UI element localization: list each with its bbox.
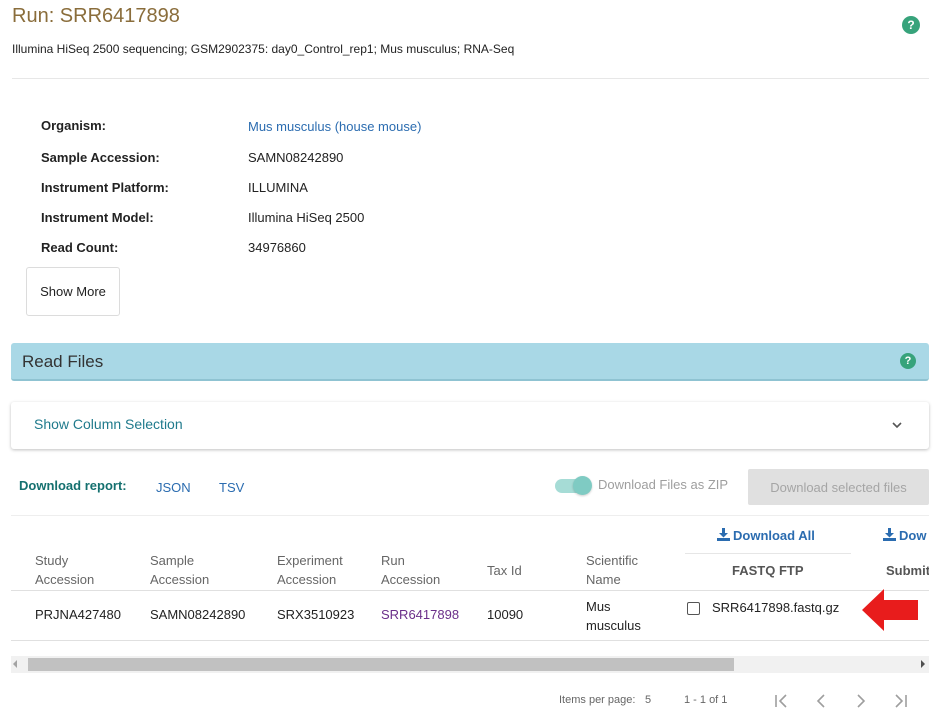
page-subtitle: Illumina HiSeq 2500 sequencing; GSM29023…: [12, 42, 515, 56]
read-files-title: Read Files: [22, 352, 104, 371]
table-row-divider: [11, 640, 929, 641]
download-icon: [717, 528, 730, 541]
download-icon: [883, 528, 896, 541]
study-accession-link[interactable]: PRJNA427480: [35, 607, 121, 622]
first-page-icon[interactable]: [770, 690, 792, 712]
items-per-page-select[interactable]: 5: [645, 694, 651, 706]
zip-toggle-knob: [573, 476, 592, 495]
read-files-table: Study Accession Sample Accession Experim…: [11, 513, 929, 643]
column-selection-label: Show Column Selection: [34, 416, 183, 432]
last-page-icon[interactable]: [890, 690, 912, 712]
header-line: Accession: [35, 572, 95, 587]
show-more-button[interactable]: Show More: [26, 267, 120, 316]
scroll-left-arrow-icon[interactable]: [13, 660, 17, 668]
header-study-accession[interactable]: Study Accession: [35, 551, 94, 589]
header-divider: [685, 553, 851, 554]
download-tsv-link[interactable]: TSV: [219, 480, 244, 495]
download-selected-button[interactable]: Download selected files: [748, 469, 929, 505]
header-line: Accession: [150, 572, 210, 587]
header-scientific-name[interactable]: Scientific Name: [586, 551, 638, 589]
instrument-model-value: Illumina HiSeq 2500: [248, 210, 365, 225]
header-line: Sample: [150, 553, 195, 568]
header-fastq-ftp[interactable]: FASTQ FTP: [732, 561, 804, 580]
fastq-file-checkbox[interactable]: [687, 602, 700, 615]
table-divider: [11, 515, 929, 516]
items-per-page-label: Items per page:: [559, 694, 636, 706]
scientific-name-cell: Mus musculus: [586, 597, 641, 635]
run-accession-link[interactable]: SRR6417898: [381, 607, 459, 622]
sample-accession-value: SAMN08242890: [248, 150, 344, 165]
help-icon[interactable]: ?: [902, 16, 920, 34]
download-json-link[interactable]: JSON: [156, 480, 191, 495]
fastq-download-all-button[interactable]: Download All: [717, 528, 815, 543]
red-arrow-icon: [862, 589, 918, 631]
zip-toggle[interactable]: [555, 476, 592, 495]
paginator-range-label: 1 - 1 of 1: [684, 694, 728, 706]
tax-id-link[interactable]: 10090: [487, 607, 523, 622]
header-tax-id[interactable]: Tax Id: [487, 561, 522, 580]
submitted-download-label: Dow: [899, 528, 927, 543]
next-page-icon[interactable]: [850, 690, 872, 712]
previous-page-icon[interactable]: [810, 690, 832, 712]
scientific-name-line: Mus: [586, 599, 611, 614]
scientific-name-line: musculus: [586, 618, 641, 633]
organism-label: Organism:: [41, 118, 107, 133]
header-submitted[interactable]: Submit: [886, 561, 929, 580]
sample-accession-label: Sample Accession:: [41, 150, 160, 165]
header-run-accession[interactable]: Run Accession: [381, 551, 440, 589]
scroll-right-arrow-icon[interactable]: [921, 660, 925, 668]
download-all-label: Download All: [733, 528, 815, 543]
zip-toggle-label: Download Files as ZIP: [598, 477, 729, 492]
submitted-download-all-button[interactable]: Dow: [883, 528, 926, 543]
header-sample-accession[interactable]: Sample Accession: [150, 551, 209, 589]
header-line: Experiment: [277, 553, 343, 568]
header-line: Run: [381, 553, 405, 568]
page-title: Run: SRR6417898: [12, 5, 180, 27]
header-line: Accession: [277, 572, 337, 587]
header-divider: [12, 78, 929, 79]
instrument-platform-value: ILLUMINA: [248, 180, 308, 195]
instrument-platform-label: Instrument Platform:: [41, 180, 169, 195]
header-experiment-accession[interactable]: Experiment Accession: [277, 551, 343, 589]
read-files-header: Read Files ?: [11, 343, 929, 381]
column-selection-panel[interactable]: Show Column Selection: [11, 402, 929, 449]
instrument-model-label: Instrument Model:: [41, 210, 154, 225]
experiment-accession-link[interactable]: SRX3510923: [277, 607, 354, 622]
header-line: Scientific: [586, 553, 639, 568]
header-line: Name: [586, 572, 621, 587]
organism-link[interactable]: Mus musculus (house mouse): [248, 119, 421, 134]
sample-accession-link[interactable]: SAMN08242890: [150, 607, 245, 622]
header-line: Study: [35, 553, 69, 568]
header-line: Accession: [381, 572, 441, 587]
horizontal-scrollbar[interactable]: [11, 656, 929, 673]
read-count-value: 34976860: [248, 240, 306, 255]
table-header-divider: [11, 590, 929, 591]
read-count-label: Read Count:: [41, 240, 119, 255]
help-icon[interactable]: ?: [900, 353, 916, 369]
download-report-label: Download report:: [19, 478, 127, 493]
chevron-down-icon[interactable]: [890, 418, 904, 432]
fastq-file-link[interactable]: SRR6417898.fastq.gz: [712, 600, 839, 615]
scrollbar-thumb[interactable]: [28, 658, 734, 671]
